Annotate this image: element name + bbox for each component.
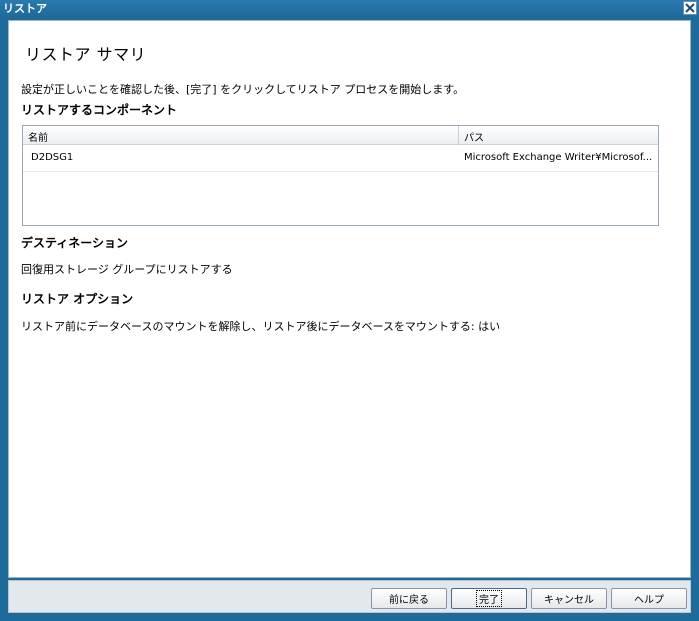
restore-dialog: リストア リストア サマリ 設定が正しいことを確認した後、[完了] をクリックし… (0, 0, 699, 621)
title-bar: リストア (0, 0, 699, 17)
components-table: 名前 パス D2DSG1 Microsoft Exchange Writer¥M… (22, 125, 659, 226)
table-row[interactable]: D2DSG1 Microsoft Exchange Writer¥Microso… (23, 145, 658, 172)
options-value: リストア前にデータベースのマウントを解除し、リストア後にデータベースをマウントす… (21, 320, 501, 333)
help-button[interactable]: ヘルプ (611, 588, 687, 609)
close-icon (685, 3, 695, 13)
finish-button[interactable]: 完了 (451, 588, 527, 609)
table-header: 名前 パス (23, 126, 658, 145)
column-header-name[interactable]: 名前 (28, 129, 48, 144)
close-button[interactable] (683, 1, 697, 15)
page-title: リストア サマリ (25, 45, 147, 64)
destination-value: 回復用ストレージ グループにリストアする (21, 263, 233, 276)
help-button-label: ヘルプ (634, 595, 664, 606)
finish-button-label: 完了 (476, 590, 502, 607)
row-name-cell: D2DSG1 (31, 152, 74, 163)
options-heading: リストア オプション (21, 292, 134, 306)
window-title: リストア (3, 2, 47, 15)
button-bar: 前に戻る 完了 キャンセル ヘルプ (8, 580, 691, 613)
components-heading: リストアするコンポーネント (21, 103, 178, 117)
row-path-cell: Microsoft Exchange Writer¥Microsof... (464, 152, 653, 163)
cancel-button-label: キャンセル (544, 595, 594, 606)
intro-text: 設定が正しいことを確認した後、[完了] をクリックしてリストア プロセスを開始し… (21, 83, 465, 96)
column-divider[interactable] (458, 126, 459, 145)
destination-heading: デスティネーション (21, 236, 129, 250)
content-panel: リストア サマリ 設定が正しいことを確認した後、[完了] をクリックしてリストア… (8, 20, 691, 578)
column-header-path[interactable]: パス (464, 129, 484, 144)
back-button[interactable]: 前に戻る (371, 588, 447, 609)
cancel-button[interactable]: キャンセル (531, 588, 607, 609)
back-button-label: 前に戻る (389, 595, 429, 606)
